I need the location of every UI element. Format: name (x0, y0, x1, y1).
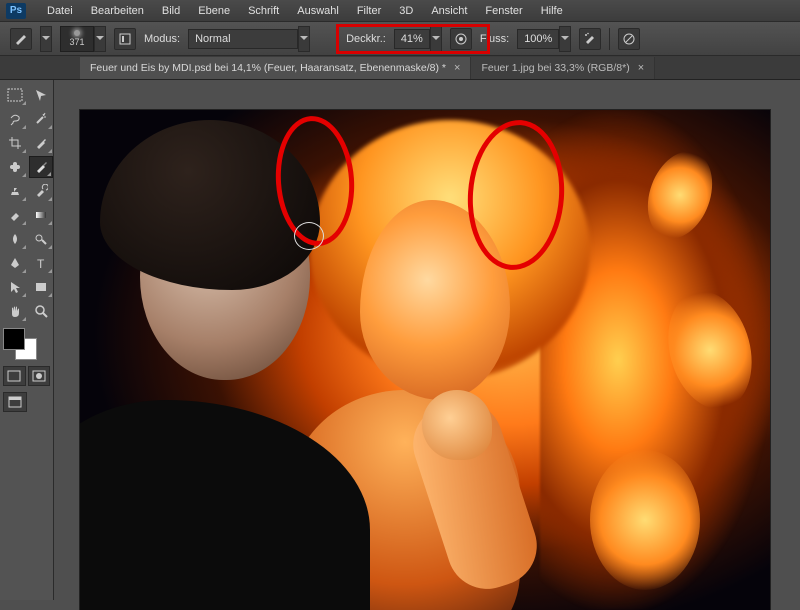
opacity-field[interactable]: 41% (394, 26, 442, 52)
menu-bearbeiten[interactable]: Bearbeiten (82, 2, 153, 20)
dodge-tool[interactable] (29, 228, 53, 250)
brush-size-value: 371 (69, 37, 84, 47)
menu-bild[interactable]: Bild (153, 2, 189, 20)
tool-preset-picker[interactable] (10, 28, 32, 50)
pressure-size-toggle[interactable] (618, 28, 640, 50)
menu-auswahl[interactable]: Auswahl (288, 2, 348, 20)
menu-ansicht[interactable]: Ansicht (422, 2, 476, 20)
rectangle-shape-tool[interactable] (29, 276, 53, 298)
history-brush-tool[interactable] (29, 180, 53, 202)
hand-tool[interactable] (3, 300, 27, 322)
opacity-value: 41% (401, 33, 423, 45)
menu-filter[interactable]: Filter (348, 2, 390, 20)
foreground-color-swatch[interactable] (3, 328, 25, 350)
brush-picker-arrow[interactable] (94, 26, 106, 52)
pressure-opacity-toggle[interactable] (450, 28, 472, 50)
gradient-tool[interactable] (29, 204, 53, 226)
flow-label: Fluss: (480, 33, 509, 45)
app-logo: Ps (6, 3, 26, 19)
menu-datei[interactable]: Datei (38, 2, 82, 20)
menu-ebene[interactable]: Ebene (189, 2, 239, 20)
type-tool[interactable]: T (29, 252, 53, 274)
path-select-tool[interactable] (3, 276, 27, 298)
menu-3d[interactable]: 3D (390, 2, 422, 20)
document-tab-title: Feuer und Eis by MDI.psd bei 14,1% (Feue… (90, 62, 446, 74)
magic-wand-tool[interactable] (29, 108, 53, 130)
close-icon[interactable]: × (638, 62, 644, 74)
quickmask-mode-button[interactable] (28, 366, 51, 386)
main-area: T (0, 80, 800, 600)
eraser-tool[interactable] (3, 204, 27, 226)
brush-panel-toggle[interactable] (114, 28, 136, 50)
blend-mode-value: Normal (195, 33, 230, 45)
close-icon[interactable]: × (454, 62, 460, 74)
svg-text:T: T (37, 257, 45, 270)
menu-bar: Ps Datei Bearbeiten Bild Ebene Schrift A… (0, 0, 800, 22)
screen-mode-button[interactable] (3, 392, 27, 412)
separator (609, 28, 610, 50)
clone-stamp-tool[interactable] (3, 180, 27, 202)
brush-picker[interactable]: 371 (60, 26, 106, 52)
healing-brush-tool[interactable] (3, 156, 27, 178)
blur-tool[interactable] (3, 228, 27, 250)
document-tab-title: Feuer 1.jpg bei 33,3% (RGB/8*) (481, 62, 629, 74)
document-tab[interactable]: Feuer 1.jpg bei 33,3% (RGB/8*) × (471, 57, 655, 79)
menu-schrift[interactable]: Schrift (239, 2, 288, 20)
brush-dot-icon (74, 30, 80, 36)
toolbox: T (0, 80, 54, 600)
document-tab[interactable]: Feuer und Eis by MDI.psd bei 14,1% (Feue… (80, 57, 471, 79)
zoom-tool[interactable] (29, 300, 53, 322)
blend-mode-select[interactable]: Normal (188, 26, 310, 52)
document-tab-bar: Feuer und Eis by MDI.psd bei 14,1% (Feue… (0, 56, 800, 80)
rect-marquee-tool[interactable] (3, 84, 27, 106)
brush-tool[interactable] (29, 156, 53, 178)
move-tool[interactable] (29, 84, 53, 106)
options-bar: 371 Modus: Normal Deckkr.: 41% Fluss: 10… (0, 22, 800, 56)
brush-cursor (294, 222, 324, 250)
menu-hilfe[interactable]: Hilfe (532, 2, 572, 20)
menu-fenster[interactable]: Fenster (476, 2, 531, 20)
crop-tool[interactable] (3, 132, 27, 154)
flow-value: 100% (524, 33, 552, 45)
opacity-arrow[interactable] (430, 26, 442, 52)
eyedropper-tool[interactable] (29, 132, 53, 154)
tool-preset-arrow[interactable] (40, 26, 52, 52)
airbrush-toggle[interactable] (579, 28, 601, 50)
flow-arrow[interactable] (559, 26, 571, 52)
mode-label: Modus: (144, 33, 180, 45)
color-swatches[interactable] (3, 328, 43, 360)
blend-mode-arrow[interactable] (298, 26, 310, 52)
document-canvas[interactable] (80, 110, 770, 610)
lasso-tool[interactable] (3, 108, 27, 130)
standard-mode-button[interactable] (3, 366, 26, 386)
pen-tool[interactable] (3, 252, 27, 274)
opacity-label: Deckkr.: (346, 33, 386, 45)
flow-field[interactable]: 100% (517, 26, 571, 52)
canvas-viewport[interactable] (54, 80, 800, 600)
